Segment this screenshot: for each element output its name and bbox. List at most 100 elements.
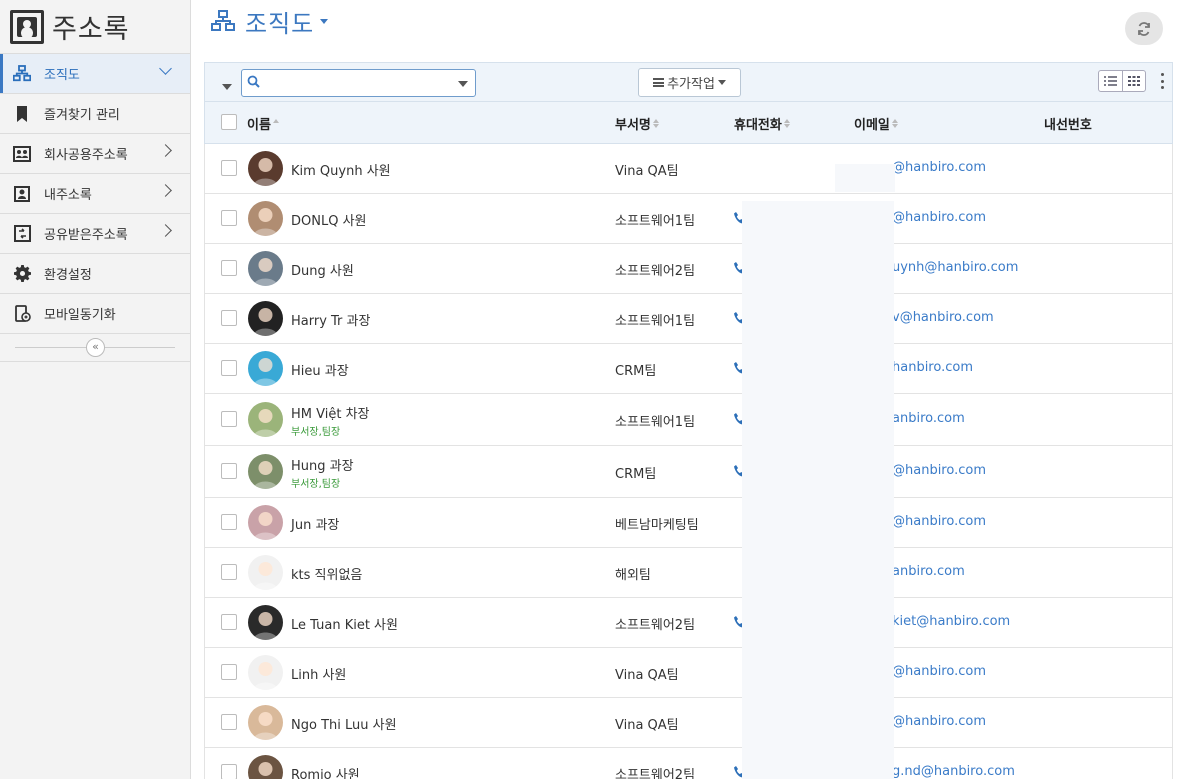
org-chart-icon xyxy=(13,65,31,83)
sidebar-item-6[interactable]: 모바일동기화 xyxy=(0,294,190,334)
table-row[interactable]: Linh 사원 Vina QA팀 @hanbiro.com xyxy=(204,648,1173,698)
sidebar-item-1[interactable]: 즐겨찾기 관리 xyxy=(0,94,190,134)
column-name[interactable]: 이름 xyxy=(247,114,279,133)
grid-view-button[interactable] xyxy=(1123,71,1146,91)
contact-email[interactable]: @hanbiro.com xyxy=(892,514,986,529)
column-phone[interactable]: 휴대전화 xyxy=(734,114,790,133)
contact-dept: 소프트웨어2팀 xyxy=(615,264,696,279)
sidebar-item-4[interactable]: 공유받은주소록 xyxy=(0,214,190,254)
refresh-button[interactable] xyxy=(1125,12,1163,45)
contact-email[interactable]: @hanbiro.com xyxy=(892,714,986,729)
contact-name[interactable]: Kim Quynh 사원 xyxy=(291,160,391,179)
sidebar-item-0[interactable]: 조직도 xyxy=(0,54,190,94)
contact-list: Kim Quynh 사원 Vina QA팀 @hanbiro.com DONLQ 사원… xyxy=(204,144,1173,779)
address-book-icon xyxy=(10,9,44,44)
avatar xyxy=(248,301,283,336)
row-checkbox[interactable] xyxy=(221,764,237,779)
sort-icon xyxy=(783,119,790,128)
app-title: 주소록 xyxy=(0,0,190,54)
contact-email[interactable]: g.nd@hanbiro.com xyxy=(892,764,1015,779)
column-email[interactable]: 이메일 xyxy=(854,114,898,133)
table-row[interactable]: Dung 사원 소프트웨어2팀 uynh@hanbiro.com xyxy=(204,244,1173,294)
chevron-icon[interactable] xyxy=(159,184,172,197)
table-row[interactable]: Hieu 과장 CRM팀 hanbiro.com xyxy=(204,344,1173,394)
contact-name[interactable]: Le Tuan Kiet 사원 xyxy=(291,614,398,633)
contact-name[interactable]: Hung 과장 xyxy=(291,455,354,474)
row-checkbox[interactable] xyxy=(221,360,237,376)
table-row[interactable]: Romio 사원 소프트웨어2팀 g.nd@hanbiro.com xyxy=(204,748,1173,779)
contact-dept: Vina QA팀 xyxy=(615,164,679,179)
contact-email[interactable]: kiet@hanbiro.com xyxy=(892,614,1010,629)
row-checkbox[interactable] xyxy=(221,714,237,730)
table-row[interactable]: Hung 과장 부서장,팀장 CRM팀 @hanbiro.com xyxy=(204,446,1173,498)
list-view-button[interactable] xyxy=(1099,71,1123,91)
select-dropdown-icon[interactable] xyxy=(222,84,232,90)
contact-email[interactable]: uynh@hanbiro.com xyxy=(892,260,1018,275)
row-checkbox[interactable] xyxy=(221,463,237,479)
contact-name[interactable]: Jun 과장 xyxy=(291,514,339,533)
row-checkbox[interactable] xyxy=(221,614,237,630)
contact-name[interactable]: DONLQ 사원 xyxy=(291,210,367,229)
sidebar-item-label: 회사공용주소록 xyxy=(44,148,128,163)
contact-email[interactable]: @hanbiro.com xyxy=(892,160,986,175)
table-row[interactable]: kts 직위없음 해외팀 anbiro.com xyxy=(204,548,1173,598)
sidebar-item-3[interactable]: 내주소록 xyxy=(0,174,190,214)
contact-name[interactable]: Dung 사원 xyxy=(291,260,354,279)
contact-name[interactable]: Ngo Thi Luu 사원 xyxy=(291,714,397,733)
contact-email[interactable]: anbiro.com xyxy=(892,411,965,426)
search-input[interactable] xyxy=(262,72,452,94)
contact-email[interactable]: @hanbiro.com xyxy=(892,210,986,225)
contact-name[interactable]: Harry Tr 과장 xyxy=(291,310,370,329)
avatar xyxy=(248,505,283,540)
contact-email[interactable]: @hanbiro.com xyxy=(892,463,986,478)
contact-name[interactable]: Romio 사원 xyxy=(291,764,360,779)
row-checkbox[interactable] xyxy=(221,160,237,176)
contact-email[interactable]: anbiro.com xyxy=(892,564,965,579)
select-all-checkbox[interactable] xyxy=(221,114,237,130)
table-row[interactable]: Kim Quynh 사원 Vina QA팀 @hanbiro.com xyxy=(204,144,1173,194)
row-checkbox[interactable] xyxy=(221,664,237,680)
row-checkbox[interactable] xyxy=(221,564,237,580)
row-checkbox[interactable] xyxy=(221,260,237,276)
extra-actions-label: 추가작업 xyxy=(667,77,715,92)
list-toolbar: 추가작업 xyxy=(204,62,1173,102)
chevron-icon[interactable] xyxy=(159,62,172,75)
contact-email[interactable]: hanbiro.com xyxy=(892,360,973,375)
chevron-icon[interactable] xyxy=(159,224,172,237)
page-header[interactable]: 조직도 xyxy=(211,6,329,38)
more-options-icon[interactable] xyxy=(1161,73,1165,89)
row-checkbox[interactable] xyxy=(221,411,237,427)
search-box[interactable] xyxy=(241,69,476,97)
contact-name[interactable]: kts 직위없음 xyxy=(291,564,362,583)
contact-name[interactable]: Hieu 과장 xyxy=(291,360,349,379)
app-title-text: 주소록 xyxy=(52,14,130,45)
contact-email[interactable]: v@hanbiro.com xyxy=(892,310,994,325)
collapse-sidebar-button[interactable]: « xyxy=(86,338,105,357)
table-row[interactable]: Jun 과장 베트남마케팅팀 @hanbiro.com xyxy=(204,498,1173,548)
contact-dept: CRM팀 xyxy=(615,364,657,379)
sidebar-item-5[interactable]: 환경설정 xyxy=(0,254,190,294)
contact-name[interactable]: Linh 사원 xyxy=(291,664,346,683)
row-checkbox[interactable] xyxy=(221,514,237,530)
row-checkbox[interactable] xyxy=(221,310,237,326)
page-title-dropdown-icon[interactable] xyxy=(320,18,329,24)
sidebar-item-label: 조직도 xyxy=(44,68,80,83)
row-checkbox[interactable] xyxy=(221,210,237,226)
avatar xyxy=(248,555,283,590)
table-row[interactable]: HM Việt 차장 부서장,팀장 소프트웨어1팀 anbiro.com xyxy=(204,394,1173,446)
extra-actions-button[interactable]: 추가작업 xyxy=(638,68,741,97)
sidebar-item-label: 환경설정 xyxy=(44,268,92,283)
table-row[interactable]: Ngo Thi Luu 사원 Vina QA팀 @hanbiro.com xyxy=(204,698,1173,748)
table-row[interactable]: Harry Tr 과장 소프트웨어1팀 v@hanbiro.com xyxy=(204,294,1173,344)
search-options-dropdown-icon[interactable] xyxy=(458,81,468,87)
chevron-icon[interactable] xyxy=(159,144,172,157)
contact-name[interactable]: HM Việt 차장 xyxy=(291,403,370,422)
sidebar-collapse-row: « xyxy=(0,334,190,362)
sidebar-item-2[interactable]: 회사공용주소록 xyxy=(0,134,190,174)
column-dept[interactable]: 부서명 xyxy=(615,114,659,133)
avatar xyxy=(248,655,283,690)
table-row[interactable]: DONLQ 사원 소프트웨어1팀 @hanbiro.com xyxy=(204,194,1173,244)
table-row[interactable]: Le Tuan Kiet 사원 소프트웨어2팀 kiet@hanbiro.com xyxy=(204,598,1173,648)
contact-email[interactable]: @hanbiro.com xyxy=(892,664,986,679)
main-content: 조직도 추가작업 이름 부서명 휴대전화 이메일 내선번호 Kim Quynh … xyxy=(191,0,1193,779)
